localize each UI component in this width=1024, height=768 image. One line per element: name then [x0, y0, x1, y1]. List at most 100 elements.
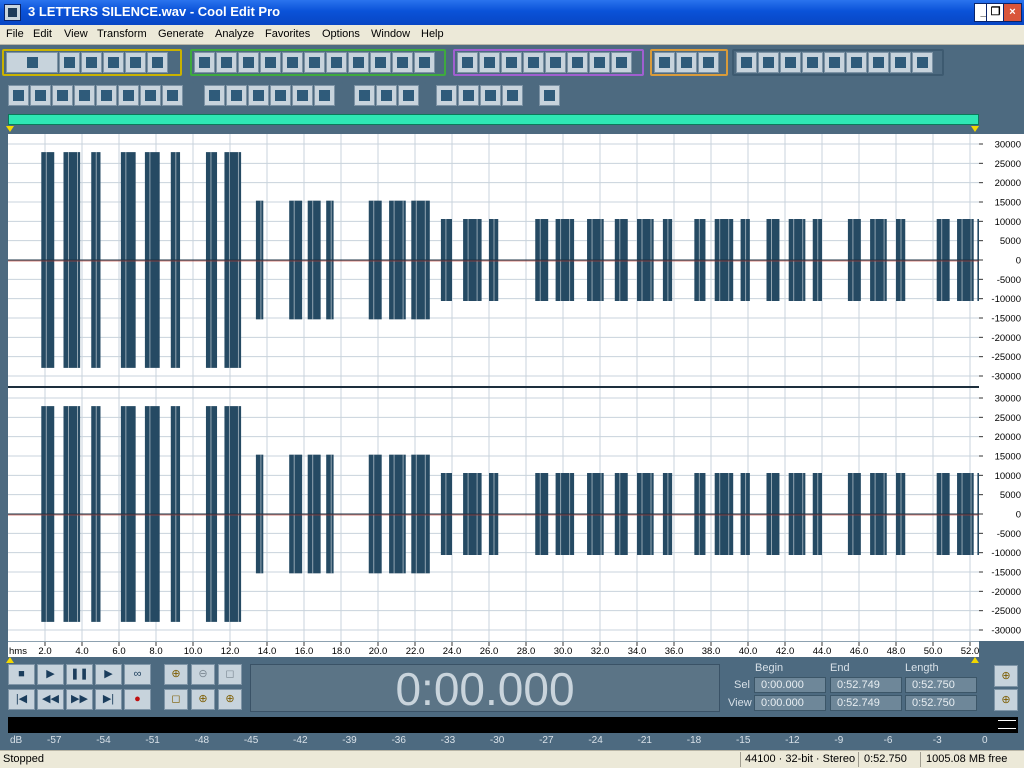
- note-icon[interactable]: [502, 85, 523, 106]
- menu-options[interactable]: Options: [322, 28, 360, 40]
- mix-paste-icon[interactable]: [370, 52, 391, 73]
- dynamics-icon[interactable]: [436, 85, 457, 106]
- record-button[interactable]: ●: [124, 689, 151, 710]
- filter-icon[interactable]: [824, 52, 845, 73]
- save-as-icon[interactable]: [125, 52, 146, 73]
- pause-button[interactable]: ❚❚: [66, 664, 93, 685]
- close-button[interactable]: ×: [1003, 3, 1022, 22]
- multitrack-toggle-icon[interactable]: [6, 52, 58, 73]
- frequency-icon[interactable]: [654, 52, 675, 73]
- menu-generate[interactable]: Generate: [158, 28, 204, 40]
- undo-icon[interactable]: [194, 52, 215, 73]
- noise-gen-icon[interactable]: [354, 85, 375, 106]
- view-range-bar[interactable]: [8, 114, 979, 125]
- play-button[interactable]: ▶: [37, 664, 64, 685]
- reverse-icon[interactable]: [758, 52, 779, 73]
- rewind-button[interactable]: ◀◀: [37, 689, 64, 710]
- noise-icon[interactable]: [802, 52, 823, 73]
- frame-icon[interactable]: [74, 85, 95, 106]
- save-file-icon[interactable]: [103, 52, 124, 73]
- playlist-icon[interactable]: [589, 52, 610, 73]
- go-to-end-button[interactable]: ▶|: [95, 689, 122, 710]
- zoom-right-icon[interactable]: ⊕: [218, 689, 242, 710]
- start-marker-icon[interactable]: [6, 126, 14, 132]
- zoom-out-icon[interactable]: ⊖: [191, 664, 215, 685]
- brush-icon[interactable]: [204, 85, 225, 106]
- new-file-icon[interactable]: [59, 52, 80, 73]
- envelope-icon[interactable]: [846, 52, 867, 73]
- eq-icon[interactable]: [912, 52, 933, 73]
- wave-icon[interactable]: [96, 85, 117, 106]
- trim-icon[interactable]: [392, 52, 413, 73]
- open-file-icon[interactable]: [81, 52, 102, 73]
- menu-analyze[interactable]: Analyze: [215, 28, 254, 40]
- time-ruler[interactable]: hms 2.0 4.0 6.0 8.0 10.0 12.0 14.0 16.0 18.0 20.0 2…: [8, 641, 979, 657]
- loop-button[interactable]: ∞: [124, 664, 151, 685]
- zoom-in-icon[interactable]: ⊕: [164, 664, 188, 685]
- zoom-selection-icon[interactable]: ◻: [164, 689, 188, 710]
- pitch-icon[interactable]: [890, 52, 911, 73]
- dtmf-icon[interactable]: [398, 85, 419, 106]
- menu-view[interactable]: View: [64, 28, 88, 40]
- paste-icon[interactable]: [326, 52, 347, 73]
- sel-begin-field[interactable]: 0:00.000: [754, 677, 826, 693]
- menu-window[interactable]: Window: [371, 28, 410, 40]
- redo-icon[interactable]: [216, 52, 237, 73]
- waveform-display[interactable]: [8, 134, 979, 641]
- cue-icon[interactable]: [567, 52, 588, 73]
- menu-file[interactable]: File: [6, 28, 24, 40]
- zoom-out-vertical-icon[interactable]: ⊕: [994, 689, 1018, 711]
- phase-icon[interactable]: [292, 85, 313, 106]
- grid-detail-icon[interactable]: [545, 52, 566, 73]
- view-end-field[interactable]: 0:52.749: [830, 695, 902, 711]
- sel-end-field[interactable]: 0:52.749: [830, 677, 902, 693]
- table-icon[interactable]: [314, 85, 335, 106]
- stop-button[interactable]: ■: [8, 664, 35, 685]
- tune-icon[interactable]: [480, 85, 501, 106]
- echo-icon[interactable]: [52, 85, 73, 106]
- app-icon[interactable]: [4, 4, 21, 21]
- view-length-field[interactable]: 0:52.750: [905, 695, 977, 711]
- flanger-icon[interactable]: [458, 85, 479, 106]
- help-icon[interactable]: [698, 52, 719, 73]
- sel-length-field[interactable]: 0:52.750: [905, 677, 977, 693]
- fast-forward-button[interactable]: ▶▶: [66, 689, 93, 710]
- delete-silence-icon[interactable]: [414, 52, 435, 73]
- copy-icon[interactable]: [282, 52, 303, 73]
- cut-icon[interactable]: [304, 52, 325, 73]
- paste-new-icon[interactable]: [348, 52, 369, 73]
- stretch-icon[interactable]: [868, 52, 889, 73]
- fit-icon[interactable]: [539, 85, 560, 106]
- menu-help[interactable]: Help: [421, 28, 444, 40]
- cd-icon[interactable]: [611, 52, 632, 73]
- snap-icon[interactable]: [479, 52, 500, 73]
- normalize-icon[interactable]: [780, 52, 801, 73]
- zoom-in-vertical-icon[interactable]: ⊕: [994, 665, 1018, 687]
- view-begin-field[interactable]: 0:00.000: [754, 695, 826, 711]
- menu-edit[interactable]: Edit: [33, 28, 52, 40]
- waveform-canvas[interactable]: [8, 134, 979, 641]
- loop-icon[interactable]: [118, 85, 139, 106]
- go-to-start-button[interactable]: |◀: [8, 689, 35, 710]
- waveform-icon[interactable]: [248, 85, 269, 106]
- zoom-left-icon[interactable]: ⊕: [191, 689, 215, 710]
- grid-alt-icon[interactable]: [523, 52, 544, 73]
- timer-icon[interactable]: [30, 85, 51, 106]
- levels-icon[interactable]: [8, 85, 29, 106]
- play-to-end-button[interactable]: ▶: [95, 664, 122, 685]
- copy-new-icon[interactable]: [260, 52, 281, 73]
- menu-favorites[interactable]: Favorites: [265, 28, 310, 40]
- spectral-view-icon[interactable]: [457, 52, 478, 73]
- pan-icon[interactable]: [162, 85, 183, 106]
- script-icon[interactable]: [676, 52, 697, 73]
- zoom-full-icon[interactable]: ◻: [218, 664, 242, 685]
- menu-transform[interactable]: Transform: [97, 28, 147, 40]
- grid-icon[interactable]: [501, 52, 522, 73]
- start-marker-bottom-icon[interactable]: [6, 657, 14, 663]
- tones-icon[interactable]: [376, 85, 397, 106]
- save-all-icon[interactable]: [147, 52, 168, 73]
- reverb-icon[interactable]: [140, 85, 161, 106]
- statistics-icon[interactable]: [270, 85, 291, 106]
- spectrum-icon[interactable]: [226, 85, 247, 106]
- amplify-icon[interactable]: [736, 52, 757, 73]
